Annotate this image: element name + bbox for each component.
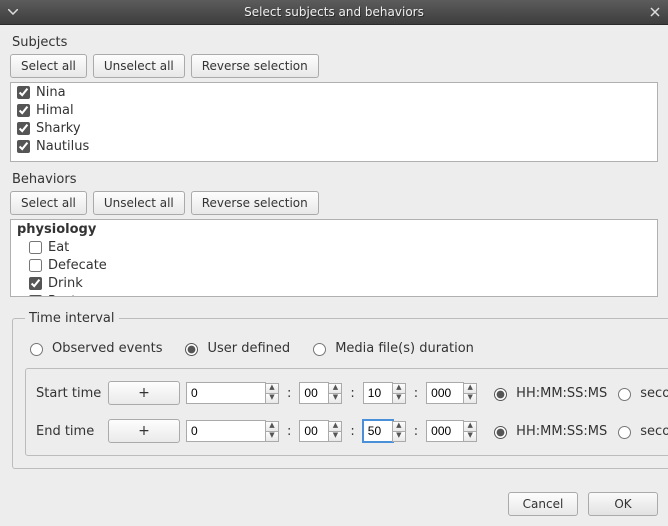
behavior-checkbox[interactable]	[29, 295, 42, 298]
behavior-checkbox[interactable]	[29, 259, 42, 272]
end-hours-input[interactable]	[186, 420, 266, 442]
titlebar: Select subjects and behaviors	[0, 0, 668, 25]
spin-up-icon[interactable]: ▲	[328, 421, 342, 431]
mode-observed-radio[interactable]	[30, 343, 43, 356]
spin-up-icon[interactable]: ▲	[392, 421, 406, 431]
spin-down-icon[interactable]: ▼	[392, 393, 406, 404]
time-grid: Start time + ▲▼ : ▲▼ : ▲▼ : ▲▼ HH:MM:SS:…	[25, 368, 668, 456]
subjects-select-all-button[interactable]: Select all	[10, 54, 87, 78]
end-sign-button[interactable]: +	[108, 419, 180, 443]
behaviors-reverse-button[interactable]: Reverse selection	[191, 191, 319, 215]
time-interval-group: Time interval Observed events User defin…	[12, 311, 668, 469]
behaviors-label: Behaviors	[12, 172, 658, 187]
spin-down-icon[interactable]: ▼	[328, 393, 342, 404]
window-title: Select subjects and behaviors	[22, 5, 646, 19]
spin-down-icon[interactable]: ▼	[463, 431, 477, 442]
start-hours-input[interactable]	[186, 382, 266, 404]
dialog-window: Select subjects and behaviors Subjects S…	[0, 0, 668, 526]
mode-user-radio[interactable]	[185, 343, 198, 356]
behaviors-list[interactable]: physiology Eat Defecate Drink Rest	[10, 219, 658, 297]
spin-up-icon[interactable]: ▲	[463, 421, 477, 431]
fmt-sec-label: seconds	[640, 424, 668, 439]
spin-down-icon[interactable]: ▼	[463, 393, 477, 404]
end-fmt-hms-radio[interactable]	[494, 426, 507, 439]
subject-name: Nina	[36, 85, 66, 100]
behavior-name: Eat	[48, 240, 69, 255]
subject-name: Sharky	[36, 121, 81, 136]
start-sign-button[interactable]: +	[108, 381, 180, 405]
spin-down-icon[interactable]: ▼	[328, 431, 342, 442]
behavior-name: Defecate	[48, 258, 107, 273]
behavior-name: Drink	[48, 276, 83, 291]
start-fmt-hms-radio[interactable]	[494, 388, 507, 401]
spin-up-icon[interactable]: ▲	[265, 421, 279, 431]
subjects-unselect-all-button[interactable]: Unselect all	[93, 54, 185, 78]
ok-button[interactable]: OK	[588, 492, 658, 516]
behavior-checkbox[interactable]	[29, 277, 42, 290]
subject-checkbox[interactable]	[17, 140, 30, 153]
mode-user-label: User defined	[207, 341, 290, 356]
behaviors-unselect-all-button[interactable]: Unselect all	[93, 191, 185, 215]
start-fmt-sec-radio[interactable]	[618, 388, 631, 401]
end-time-label: End time	[36, 424, 102, 439]
cancel-button[interactable]: Cancel	[508, 492, 578, 516]
behavior-checkbox[interactable]	[29, 241, 42, 254]
subject-checkbox[interactable]	[17, 122, 30, 135]
subject-checkbox[interactable]	[17, 86, 30, 99]
spin-down-icon[interactable]: ▼	[265, 431, 279, 442]
end-seconds-input[interactable]	[363, 420, 393, 442]
time-interval-legend: Time interval	[25, 311, 119, 326]
start-ms-input[interactable]	[426, 382, 464, 404]
subjects-list[interactable]: Nina Himal Sharky Nautilus	[10, 82, 658, 162]
end-ms-input[interactable]	[426, 420, 464, 442]
start-time-label: Start time	[36, 386, 102, 401]
mode-observed-label: Observed events	[52, 341, 162, 356]
behavior-group: physiology	[17, 222, 96, 237]
end-minutes-input[interactable]	[299, 420, 329, 442]
spin-down-icon[interactable]: ▼	[392, 431, 406, 442]
spin-up-icon[interactable]: ▲	[328, 383, 342, 393]
fmt-hms-label: HH:MM:SS:MS	[516, 424, 607, 439]
spin-up-icon[interactable]: ▲	[265, 383, 279, 393]
close-icon[interactable]	[646, 5, 664, 19]
mode-media-radio[interactable]	[313, 343, 326, 356]
behaviors-select-all-button[interactable]: Select all	[10, 191, 87, 215]
fmt-sec-label: seconds	[640, 386, 668, 401]
subjects-reverse-button[interactable]: Reverse selection	[191, 54, 319, 78]
spin-down-icon[interactable]: ▼	[265, 393, 279, 404]
subject-name: Nautilus	[36, 139, 89, 154]
start-seconds-input[interactable]	[363, 382, 393, 404]
spin-up-icon[interactable]: ▲	[463, 383, 477, 393]
mode-media-label: Media file(s) duration	[335, 341, 474, 356]
fmt-hms-label: HH:MM:SS:MS	[516, 386, 607, 401]
spin-up-icon[interactable]: ▲	[392, 383, 406, 393]
behavior-name: Rest	[48, 294, 76, 298]
start-minutes-input[interactable]	[299, 382, 329, 404]
subject-checkbox[interactable]	[17, 104, 30, 117]
end-fmt-sec-radio[interactable]	[618, 426, 631, 439]
subject-name: Himal	[36, 103, 74, 118]
minimize-icon[interactable]	[4, 5, 22, 19]
subjects-label: Subjects	[12, 35, 658, 50]
